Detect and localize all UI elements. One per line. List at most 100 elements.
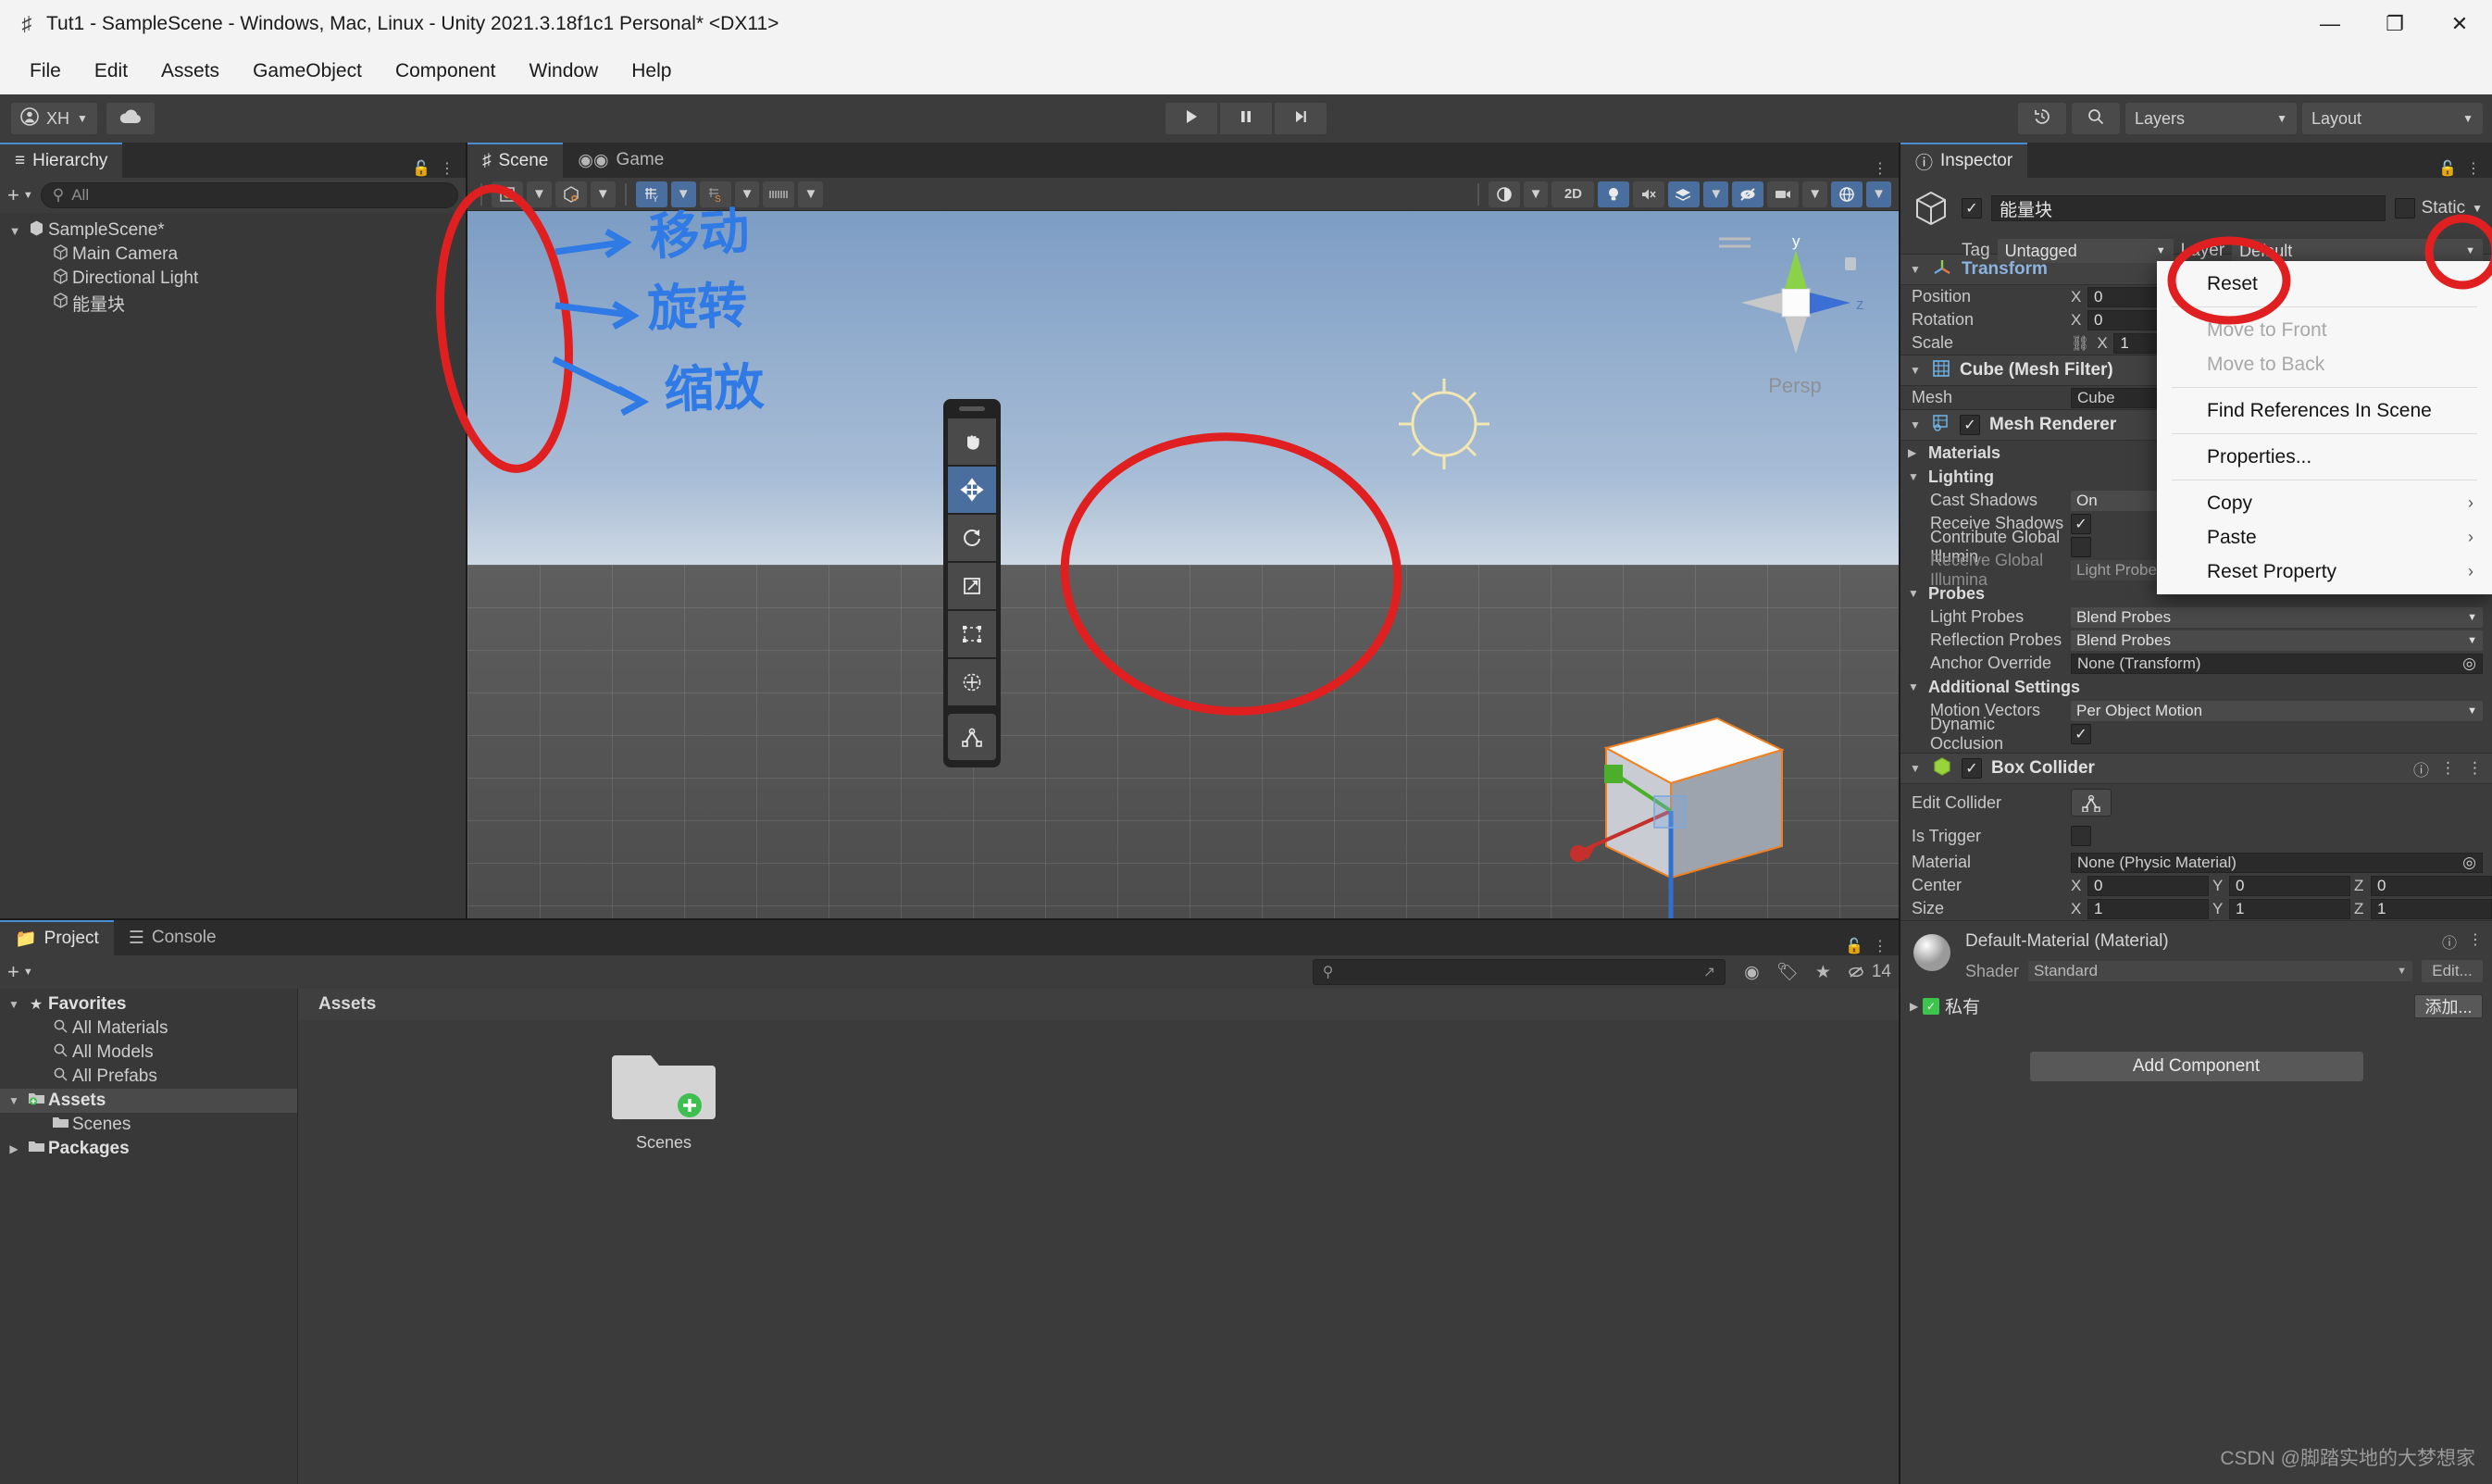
private-checkbox[interactable]: ✓ [1923, 997, 1939, 1015]
selected-cube-object[interactable] [1541, 665, 1899, 918]
hierarchy-item[interactable]: Main Camera [0, 243, 466, 267]
project-tree-item[interactable]: Scenes [0, 1113, 297, 1137]
is-trigger-checkbox[interactable] [2071, 826, 2091, 846]
context-menu-item[interactable]: Reset Property › [2157, 555, 2492, 589]
menu-file[interactable]: File [13, 55, 78, 88]
project-tree-item[interactable]: ▼ Assets [0, 1089, 297, 1113]
menu-component[interactable]: Component [379, 55, 513, 88]
contribute-gi-checkbox[interactable] [2071, 536, 2091, 557]
type-filter-icon[interactable]: ◉ [1744, 962, 1760, 983]
add-component-button[interactable]: Add Component [2029, 1052, 2363, 1081]
mesh-renderer-enabled-checkbox[interactable]: ✓ [1960, 415, 1980, 435]
foldout-arrow-icon[interactable]: ▶ [1908, 446, 1921, 459]
play-button[interactable] [1165, 103, 1217, 134]
snap-increment-toggle[interactable]: S [699, 181, 731, 207]
foldout-arrow-icon[interactable]: ▼ [4, 998, 24, 1011]
kebab-icon[interactable]: ⋮ [2467, 759, 2483, 778]
kebab-icon[interactable]: ⋮ [1873, 937, 1888, 955]
history-button[interactable] [2018, 103, 2066, 134]
menu-gameobject[interactable]: GameObject [236, 55, 379, 88]
grid-size-toggle[interactable] [763, 181, 795, 207]
tab-hierarchy[interactable]: ≡ Hierarchy [0, 143, 123, 178]
context-menu-item[interactable]: Properties... [2157, 440, 2492, 474]
preset-icon[interactable]: ⋮ [2440, 759, 2456, 778]
favorite-icon[interactable]: ★ [1815, 962, 1831, 983]
effects-toggle[interactable] [1668, 181, 1701, 207]
hierarchy-item[interactable]: 能量块 [0, 291, 466, 315]
collider-size-y-input[interactable]: 1 [2229, 898, 2350, 919]
scale-link-icon[interactable]: ⛓ [2071, 334, 2089, 353]
global-search-button[interactable] [2072, 103, 2120, 134]
label-filter-icon[interactable]: 🏷 [1776, 961, 1799, 983]
foldout-arrow-icon[interactable]: ▼ [1910, 263, 1923, 276]
2d-toggle[interactable]: 2D [1551, 181, 1595, 207]
local-global-toggle[interactable] [554, 181, 587, 207]
collider-center-z-input[interactable]: 0 [2371, 875, 2492, 896]
grid-size-dropdown[interactable]: ▼ [798, 181, 824, 207]
foldout-arrow-icon[interactable]: ▼ [6, 224, 24, 238]
minimize-button[interactable]: — [2298, 0, 2362, 48]
motion-vectors-dropdown[interactable]: Per Object Motion ▼ [2071, 700, 2483, 721]
project-tree-item[interactable]: All Prefabs [0, 1065, 297, 1089]
menu-assets[interactable]: Assets [144, 55, 236, 88]
foldout-arrow-icon[interactable]: ▶ [1910, 1000, 1923, 1013]
context-menu-item[interactable]: Copy › [2157, 486, 2492, 520]
gizmos-toggle[interactable] [1831, 181, 1863, 207]
dynamic-occlusion-checkbox[interactable]: ✓ [2071, 723, 2091, 744]
kebab-icon[interactable]: ⋮ [440, 159, 455, 178]
hand-tool-button[interactable] [948, 418, 996, 465]
kebab-icon[interactable]: ⋮ [1873, 159, 1888, 178]
gizmos-dropdown[interactable]: ▼ [1866, 181, 1891, 207]
scale-tool-button[interactable] [948, 563, 996, 609]
rotate-tool-button[interactable] [948, 515, 996, 561]
move-tool-button[interactable] [948, 467, 996, 513]
reflection-probes-dropdown[interactable]: Blend Probes ▼ [2071, 630, 2483, 651]
object-picker-icon[interactable]: ◎ [2462, 655, 2476, 673]
kebab-icon[interactable]: ⋮ [2466, 159, 2481, 178]
context-menu-item[interactable]: Paste › [2157, 520, 2492, 555]
pivot-dropdown[interactable]: ▼ [527, 181, 552, 207]
grid-dropdown[interactable]: ▼ [670, 181, 696, 207]
scene-view-gizmo[interactable]: y z Persp [1712, 231, 1878, 407]
pivot-center-toggle[interactable] [492, 181, 523, 207]
effects-dropdown[interactable]: ▼ [1703, 181, 1729, 207]
pause-button[interactable] [1220, 103, 1272, 134]
local-global-dropdown[interactable]: ▼ [590, 181, 616, 207]
project-tree-item[interactable]: ▼ ★ Favorites [0, 992, 297, 1016]
receive-shadows-checkbox[interactable]: ✓ [2071, 513, 2091, 534]
shading-dropdown[interactable]: ▼ [1523, 181, 1549, 207]
light-probes-dropdown[interactable]: Blend Probes ▼ [2071, 606, 2483, 628]
hidden-count-group[interactable]: 14 [1848, 962, 1891, 982]
lighting-toggle[interactable] [1598, 181, 1630, 207]
menu-edit[interactable]: Edit [78, 55, 144, 88]
camera-dropdown[interactable]: ▼ [1802, 181, 1828, 207]
foldout-arrow-icon[interactable]: ▼ [1908, 587, 1921, 600]
project-tree-item[interactable]: All Models [0, 1041, 297, 1065]
menu-window[interactable]: Window [513, 55, 616, 88]
project-content[interactable]: Assets Scenes [298, 989, 1899, 1484]
search-expand-icon[interactable]: ↗ [1703, 963, 1715, 981]
custom-editor-tool-button[interactable] [948, 714, 996, 760]
collider-material-field[interactable]: None (Physic Material) ◎ [2071, 852, 2483, 873]
edit-collider-button[interactable] [2071, 789, 2112, 817]
foldout-arrow-icon[interactable]: ▼ [1908, 470, 1921, 483]
context-menu-item[interactable]: Find References In Scene [2157, 393, 2492, 428]
hierarchy-search-input[interactable]: ⚲ All [40, 182, 458, 208]
material-add-button[interactable]: 添加... [2414, 993, 2483, 1018]
object-picker-icon[interactable]: ◎ [2462, 854, 2476, 872]
tab-scene[interactable]: ♯ Scene [467, 143, 564, 178]
transform-context-menu[interactable]: Reset Move to Front Move to Back Find Refer… [2157, 261, 2492, 594]
tab-console[interactable]: ☰ Console [113, 920, 231, 955]
foldout-arrow-icon[interactable]: ▼ [1908, 680, 1921, 693]
close-button[interactable]: ✕ [2427, 0, 2492, 48]
hierarchy-item[interactable]: Directional Light [0, 267, 466, 291]
hierarchy-add-button[interactable]: + ▼ [7, 183, 33, 207]
collider-size-z-input[interactable]: 1 [2371, 898, 2492, 919]
static-checkbox[interactable] [2394, 198, 2415, 218]
collider-center-y-input[interactable]: 0 [2229, 875, 2350, 896]
help-icon[interactable]: ⓘ [2413, 757, 2429, 780]
anchor-override-field[interactable]: None (Transform) ◎ [2071, 653, 2483, 674]
kebab-icon[interactable]: ⋮ [2468, 930, 2483, 953]
lock-icon[interactable]: 🔓 [2438, 159, 2457, 178]
collider-center-x-input[interactable]: 0 [2087, 875, 2209, 896]
